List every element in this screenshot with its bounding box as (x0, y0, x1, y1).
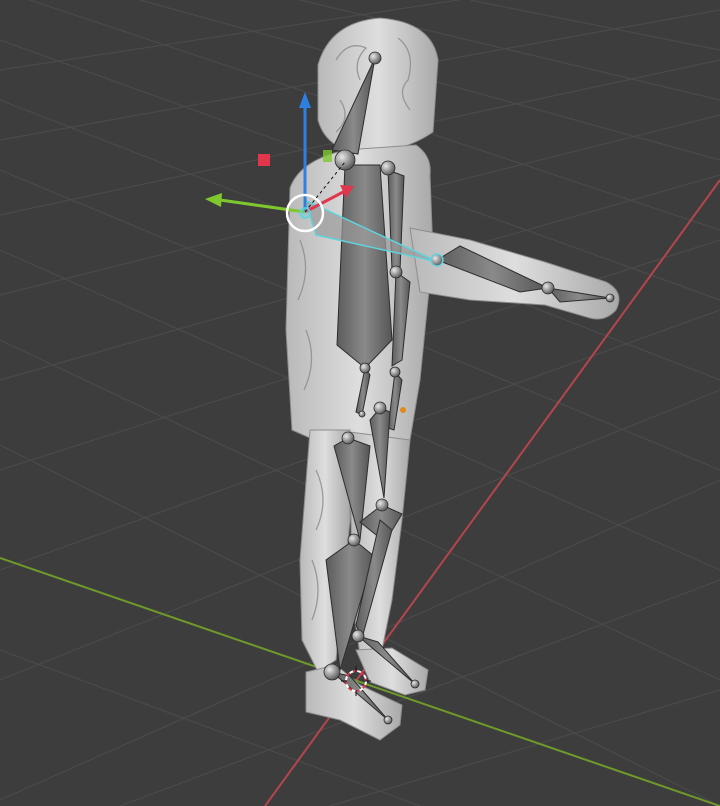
gizmo-z-arrow (299, 92, 311, 108)
3d-viewport[interactable] (0, 0, 720, 806)
object-origin (400, 407, 406, 413)
gizmo-center-dot (299, 207, 311, 219)
gizmo-xz-plane-handle (258, 154, 270, 166)
viewport-canvas[interactable] (0, 0, 720, 806)
gizmo-yz-plane-handle (323, 150, 332, 162)
gizmo-y-arrow (205, 193, 222, 207)
